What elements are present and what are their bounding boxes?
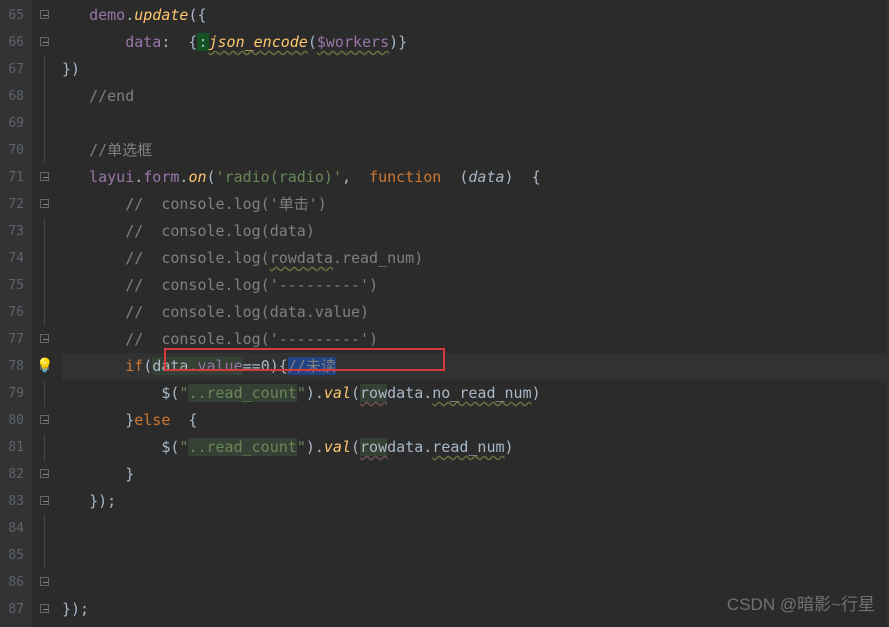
code-line: // console.log(data.value) <box>62 299 889 326</box>
code-line: $("..read_count").val(rowdata.no_read_nu… <box>62 380 889 407</box>
code-line: // console.log(data) <box>62 218 889 245</box>
watermark: CSDN @暗影~行星 <box>727 590 875 615</box>
code-line: }) <box>62 56 889 83</box>
intention-bulb-icon[interactable]: 💡 <box>36 353 53 380</box>
code-line: // console.log('单击') <box>62 191 889 218</box>
code-line: data: {:json_encode($workers)} <box>62 29 889 56</box>
code-line: //单选框 <box>62 137 889 164</box>
code-line <box>62 110 889 137</box>
code-line <box>62 542 889 569</box>
code-line: // console.log('---------') <box>62 272 889 299</box>
code-line: } <box>62 461 889 488</box>
code-line: // console.log(rowdata.read_num) <box>62 245 889 272</box>
line-number-gutter: 6566676869707172737475767778798081828384… <box>0 0 32 627</box>
code-line: // console.log('---------') <box>62 326 889 353</box>
code-line: $("..read_count").val(rowdata.read_num) <box>62 434 889 461</box>
code-editor[interactable]: 6566676869707172737475767778798081828384… <box>0 0 889 627</box>
code-line: demo.update({ <box>62 2 889 29</box>
code-line-highlighted: 💡 if(data.value==0){//未读 <box>62 353 889 380</box>
code-line: layui.form.on('radio(radio)', function (… <box>62 164 889 191</box>
fold-column <box>32 0 56 627</box>
code-content[interactable]: demo.update({ data: {:json_encode($worke… <box>56 0 889 627</box>
code-line: }else { <box>62 407 889 434</box>
code-line: }); <box>62 488 889 515</box>
code-line: //end <box>62 83 889 110</box>
code-line <box>62 515 889 542</box>
